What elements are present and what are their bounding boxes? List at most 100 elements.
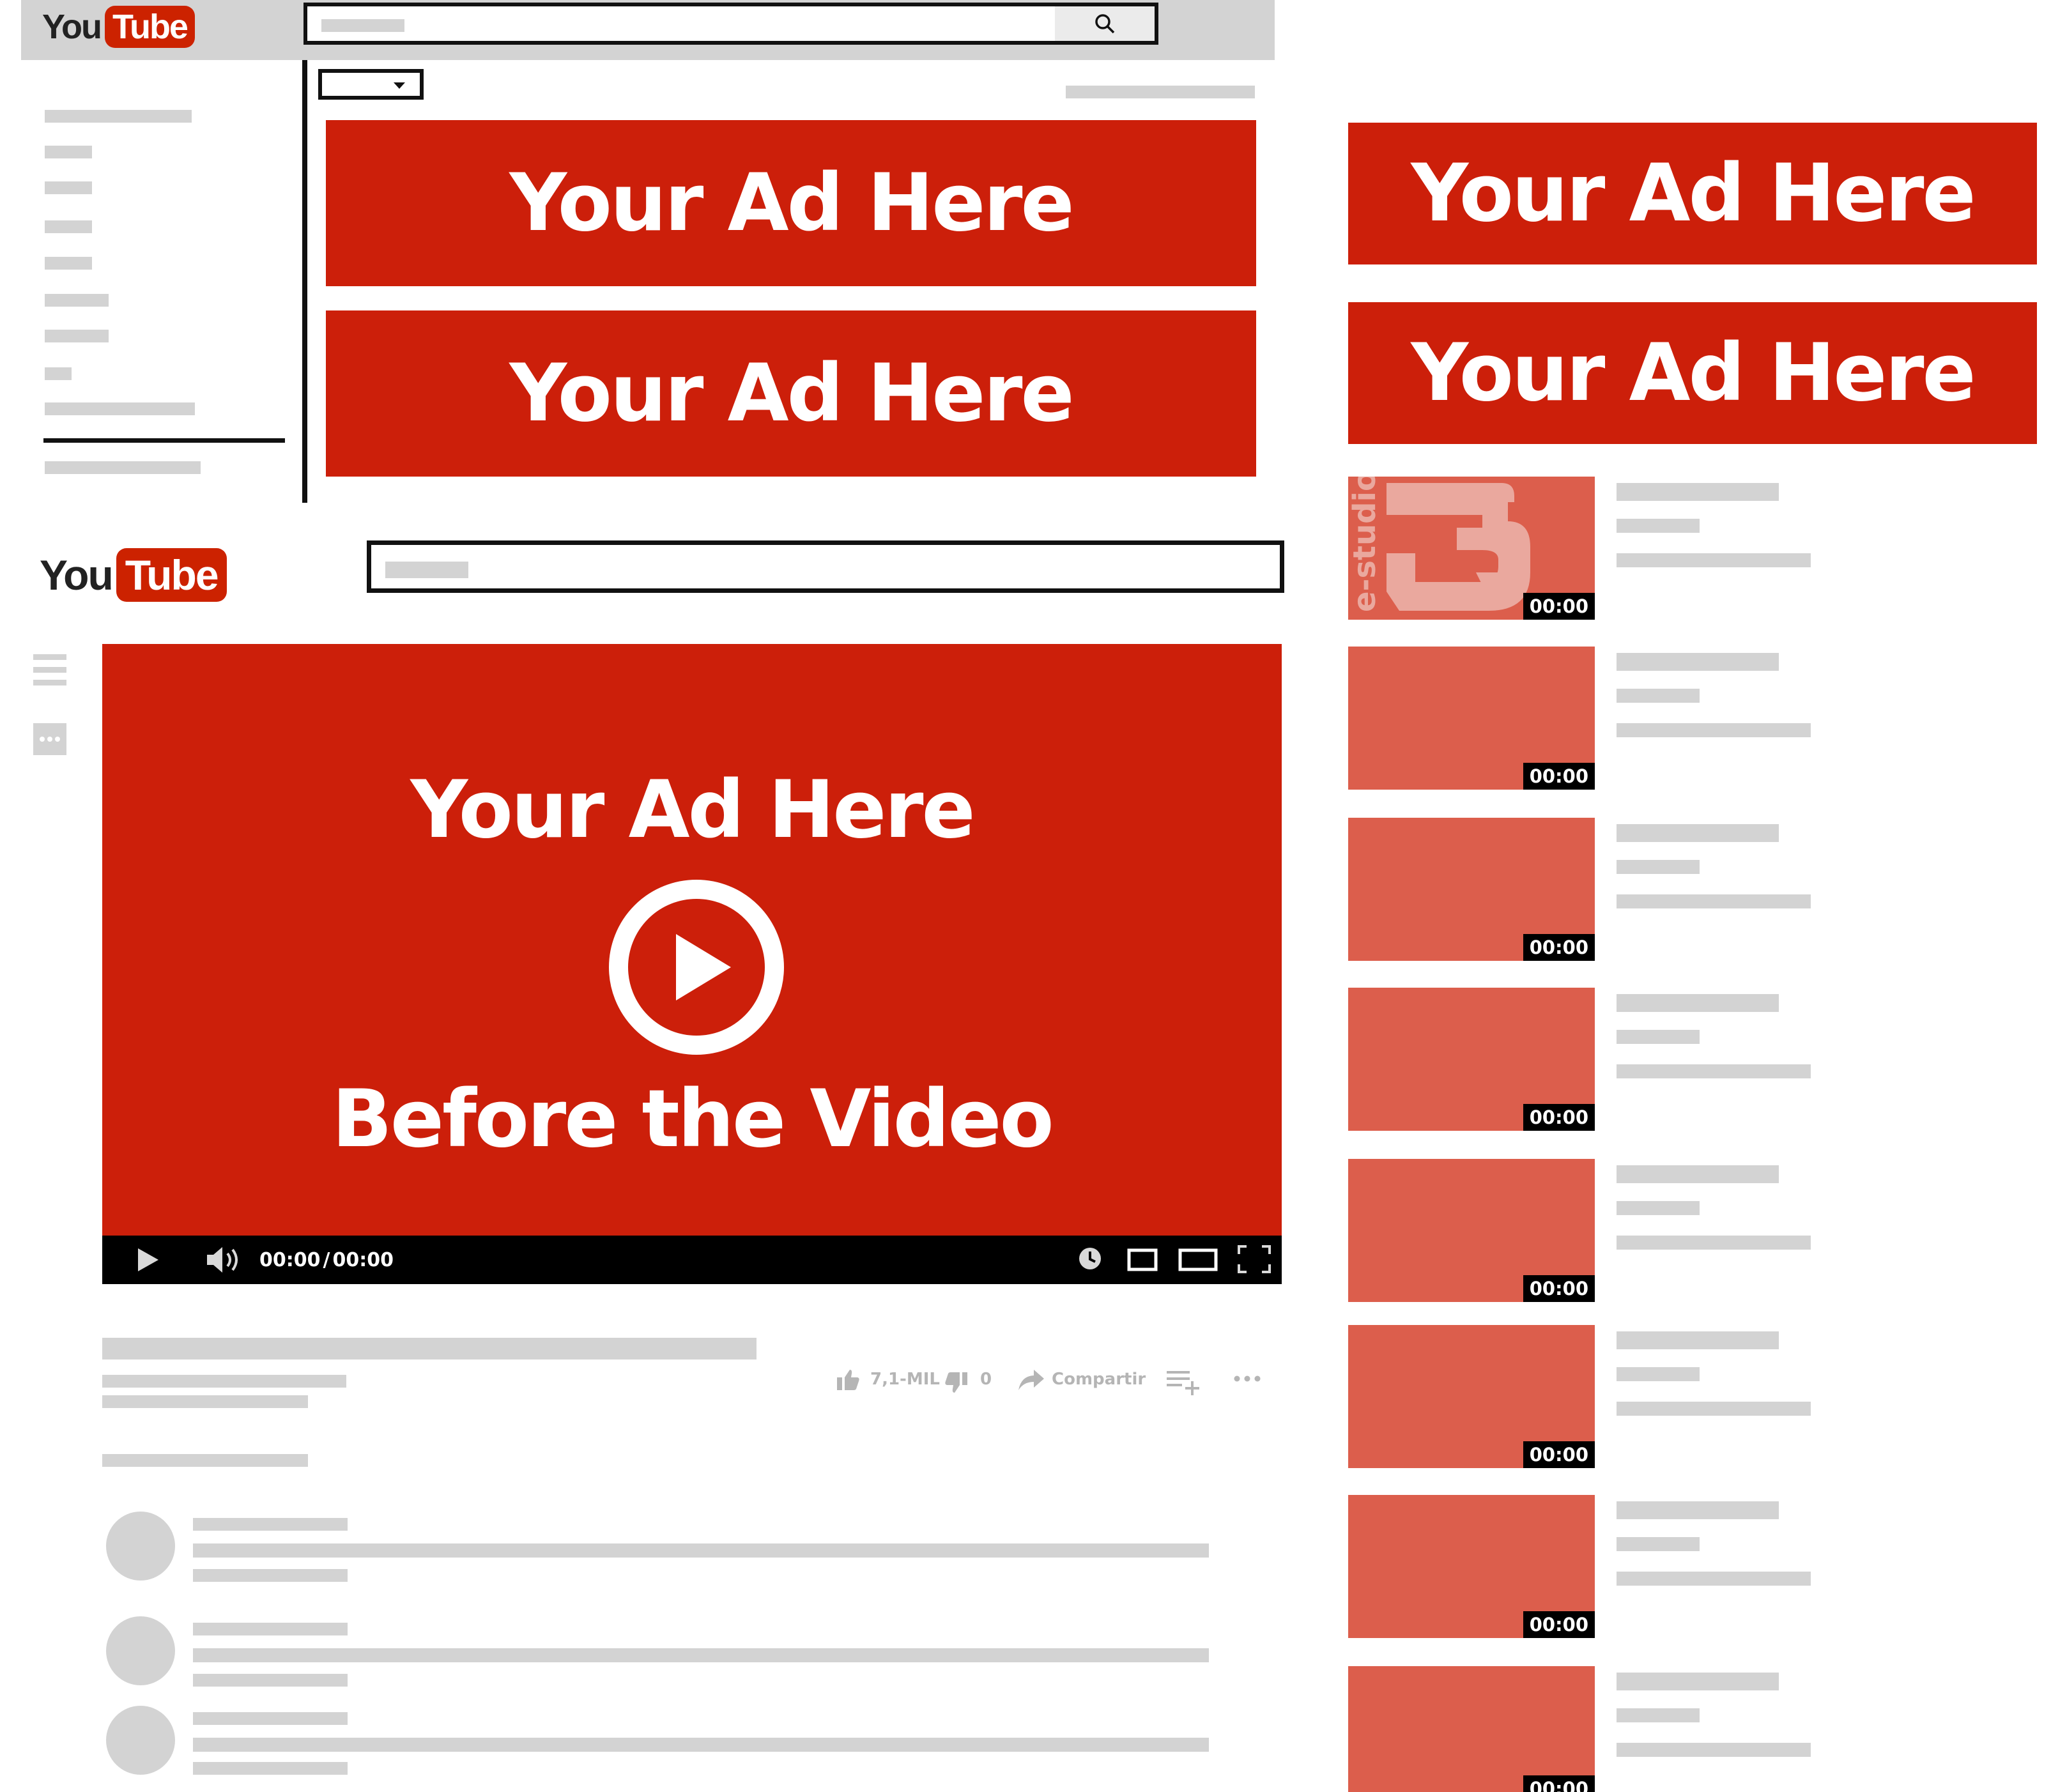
video-thumbnail[interactable]: 00:00 [1348,818,1595,961]
channel-bar [1617,1201,1700,1215]
time-display: 00:00 / 00:00 [259,1247,394,1273]
time-separator: / [323,1248,330,1271]
video-duration: 00:00 [1523,1775,1595,1792]
nav-item[interactable] [45,181,92,194]
search-placeholder-bar [385,562,468,578]
video-title-bar [1617,483,1779,501]
channel-bar [1617,1708,1700,1722]
chevron-down-icon [394,82,405,89]
views-bar [1617,1064,1811,1078]
nav-item[interactable] [45,220,92,233]
channel-bar [1617,860,1700,874]
nav-divider [43,438,285,443]
video-thumbnail[interactable]: 00:00 [1348,1666,1595,1792]
video-thumbnail[interactable]: e-studio 00:00 [1348,477,1595,620]
video-title-bar [1617,1501,1779,1519]
video-title-bar [102,1338,757,1359]
miniplayer-icon[interactable] [1127,1248,1158,1271]
video-duration: 00:00 [1523,593,1595,620]
comment-text-bar [193,1569,348,1582]
views-bar [1617,1402,1811,1416]
channel-name-bar [102,1375,346,1388]
comment-text-bar [193,1738,1209,1752]
avatar[interactable] [106,1706,175,1775]
search-placeholder-bar [321,19,404,32]
comment-author-bar [193,1712,348,1725]
logo-you: You [40,551,114,599]
view-count-bar [102,1395,308,1408]
channel-bar [1617,689,1700,703]
logo-you: You [42,8,102,46]
video-thumbnail[interactable]: 00:00 [1348,1495,1595,1638]
video-thumbnail[interactable]: 00:00 [1348,647,1595,790]
theater-mode-icon[interactable] [1178,1248,1218,1271]
video-thumbnail[interactable]: 00:00 [1348,988,1595,1131]
fullscreen-icon[interactable] [1237,1244,1271,1274]
comment-text-bar [193,1543,1209,1558]
video-thumbnail[interactable]: 00:00 [1348,1325,1595,1468]
dislike-count: 0 [980,1370,992,1389]
search-input[interactable] [303,3,1158,45]
more-horizontal-icon[interactable] [1233,1375,1261,1382]
views-bar [1617,553,1811,567]
nav-item[interactable] [45,110,192,123]
comment-text-bar [193,1762,348,1775]
header-placeholder-bar [1066,86,1255,98]
nav-item[interactable] [45,257,92,270]
video-title-bar [1617,1331,1779,1349]
video-title-bar [1617,653,1779,671]
banner-ad[interactable]: Your Ad Here [326,310,1256,477]
youtube-logo[interactable]: You Tube [42,3,195,51]
comment-author-bar [193,1623,348,1635]
add-to-playlist-icon[interactable] [1165,1367,1204,1395]
avatar[interactable] [106,1616,175,1685]
search-button[interactable] [1055,6,1155,41]
nav-vertical-divider [302,60,307,503]
thumbs-down-icon[interactable] [943,1370,969,1395]
thumbs-up-icon[interactable] [836,1367,861,1393]
video-duration: 00:00 [1523,1611,1595,1638]
nav-item[interactable] [45,294,109,307]
youtube-logo[interactable]: You Tube [40,544,227,606]
video-actions: 7,1-MIL 0 Compartir [831,1361,1278,1399]
nav-item[interactable] [45,402,195,415]
volume-icon[interactable] [206,1246,242,1274]
video-player[interactable]: Your Ad Here Before the Video 00:00 / 00… [102,644,1282,1284]
side-ad[interactable]: Your Ad Here [1348,123,2037,264]
views-bar [1617,1572,1811,1586]
views-bar [1617,894,1811,908]
play-circle-icon[interactable] [607,878,786,1057]
banner-ad[interactable]: Your Ad Here [326,120,1256,286]
menu-icon[interactable] [33,654,66,686]
preroll-ad-title: Your Ad Here [410,764,975,856]
comment-text-bar [193,1648,1209,1662]
side-ad[interactable]: Your Ad Here [1348,302,2037,444]
watch-later-icon[interactable] [1077,1246,1103,1271]
video-duration: 00:00 [1523,1441,1595,1468]
share-icon[interactable] [1017,1368,1045,1391]
share-label[interactable]: Compartir [1052,1370,1146,1389]
video-title-bar [1617,1673,1779,1690]
sort-dropdown[interactable] [318,69,424,100]
search-input[interactable] [367,540,1284,593]
channel-bar [1617,519,1700,533]
nav-item[interactable] [45,367,72,380]
nav-item[interactable] [45,461,201,474]
watermark-text: e-studio [1348,477,1383,612]
video-thumbnail[interactable]: 00:00 [1348,1159,1595,1302]
video-duration: 00:00 [1523,1275,1595,1302]
logo-tube: Tube [104,6,195,48]
channel-bar [1617,1537,1700,1551]
nav-item[interactable] [45,330,109,342]
nav-item[interactable] [45,146,92,158]
views-bar [1617,1743,1811,1757]
video-title-bar [1617,1165,1779,1183]
time-total: 00:00 [332,1248,394,1271]
play-icon[interactable] [137,1247,160,1273]
views-bar [1617,723,1811,737]
channel-bar [1617,1030,1700,1044]
comments-header-bar [102,1454,308,1467]
more-options-icon[interactable] [33,723,66,755]
video-title-bar [1617,824,1779,842]
avatar[interactable] [106,1512,175,1581]
